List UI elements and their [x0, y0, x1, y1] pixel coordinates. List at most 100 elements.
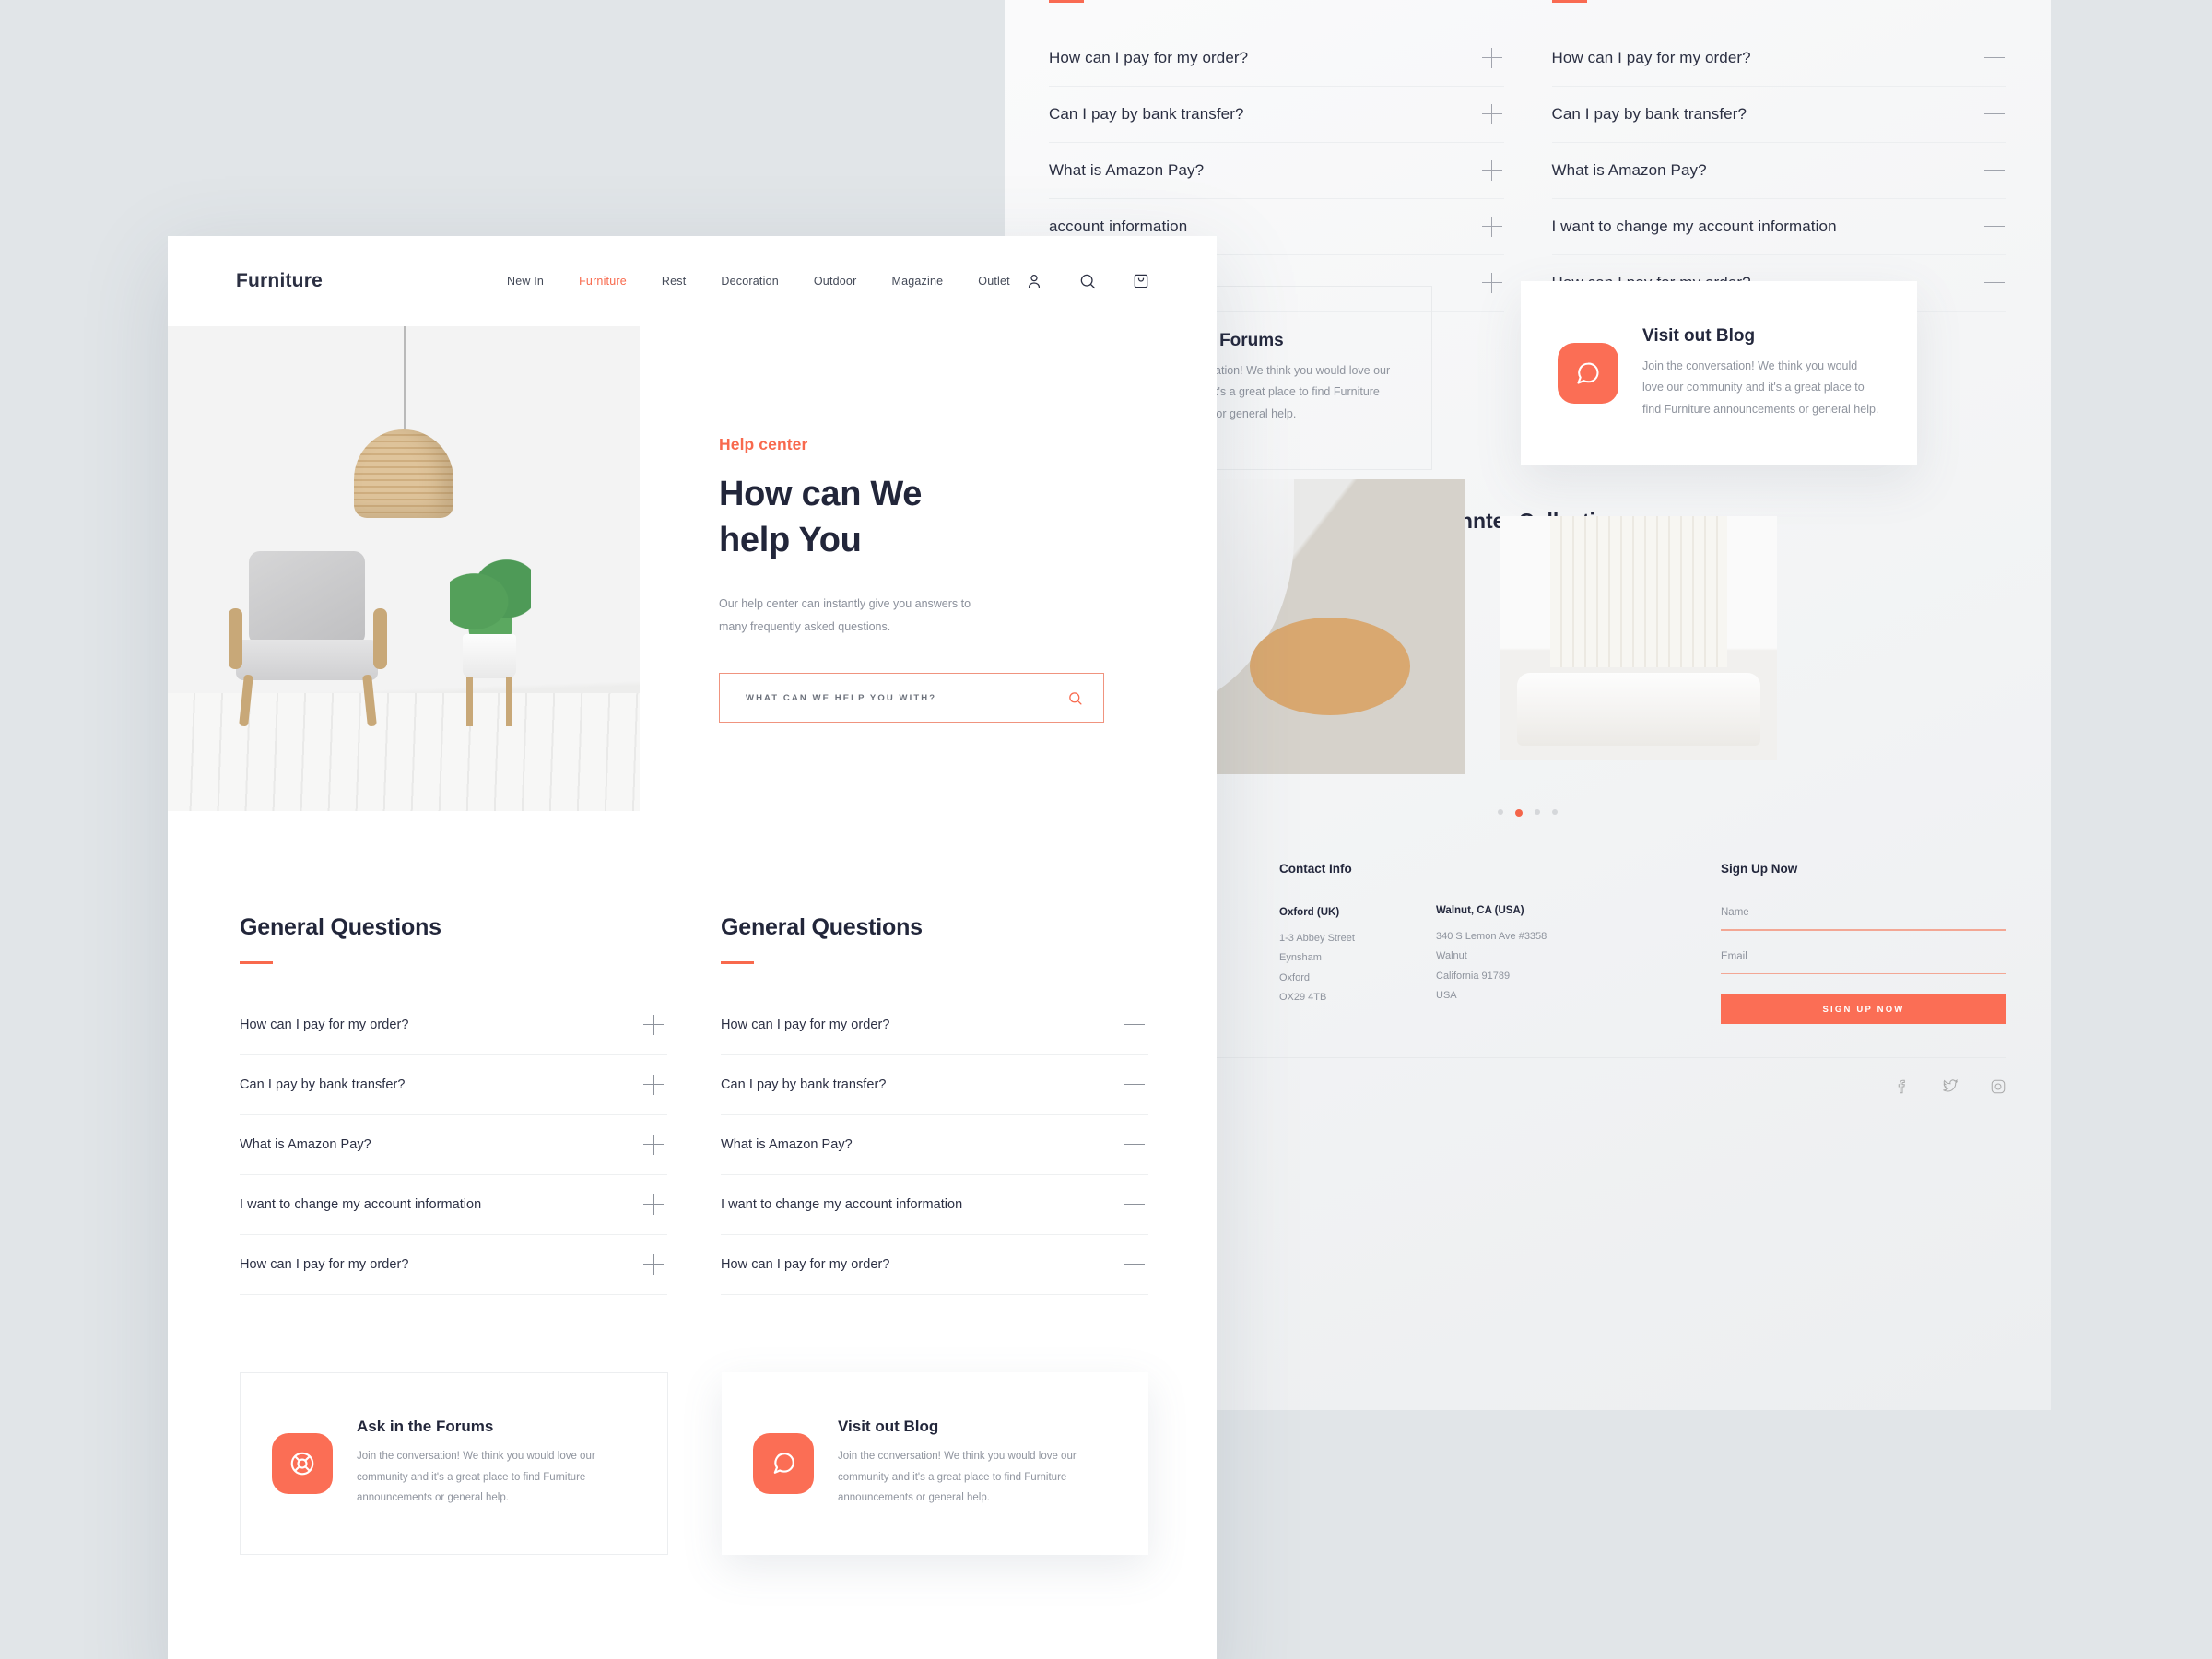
faq-accordion-item[interactable]: How can I pay for my order?	[721, 995, 1148, 1055]
faq-accordion-item[interactable]: Can I pay by bank transfer?	[721, 1055, 1148, 1115]
faq-accordion-item[interactable]: I want to change my account information	[240, 1175, 667, 1235]
nav-item-outlet[interactable]: Outlet	[978, 275, 1010, 288]
nav-item-outdoor[interactable]: Outdoor	[814, 275, 857, 288]
card-title: Ask in the Forums	[357, 1418, 494, 1436]
faq-section: General Questions How can I pay for my o…	[168, 811, 1217, 1295]
faq-heading: General Questions	[240, 914, 441, 940]
faq-question: How can I pay for my order?	[1049, 49, 1249, 66]
help-search-input[interactable]: WHAT CAN WE HELP YOU WITH?	[719, 673, 1104, 724]
shopping-bag-icon[interactable]	[1132, 272, 1150, 290]
plus-icon[interactable]	[1124, 1014, 1145, 1035]
nav-item-rest[interactable]: Rest	[662, 275, 687, 288]
header-actions	[1025, 272, 1150, 290]
plus-icon[interactable]	[643, 1253, 664, 1275]
user-icon[interactable]	[1025, 272, 1043, 290]
lamp-cord	[404, 326, 406, 435]
faq-question: How can I pay for my order?	[1551, 49, 1751, 66]
page-title-line-1: How can We	[719, 475, 923, 513]
hero-text-block: Help center How can We help You Our help…	[640, 326, 1104, 811]
background-faq-row[interactable]: I want to change my account information	[1551, 199, 2006, 255]
plus-icon[interactable]	[643, 1194, 664, 1215]
plus-icon[interactable]	[1984, 217, 2005, 237]
nav-item-magazine[interactable]: Magazine	[891, 275, 943, 288]
nav-item-furniture[interactable]: Furniture	[579, 275, 627, 288]
chat-bubble-icon	[753, 1432, 814, 1494]
background-blog-card[interactable]: Visit out Blog Join the conversation! We…	[1521, 281, 1917, 465]
screenshot-stage: How can I pay for my order? Can I pay by…	[0, 0, 2212, 1659]
search-icon[interactable]	[1067, 690, 1083, 706]
faq-accordion-item[interactable]: How can I pay for my order?	[721, 1235, 1148, 1295]
plus-icon[interactable]	[643, 1014, 664, 1035]
background-faq-row[interactable]: Can I pay by bank transfer?	[1049, 87, 1504, 143]
background-faq-row[interactable]: How can I pay for my order?	[1049, 30, 1504, 87]
nav-item-new-in[interactable]: New In	[507, 275, 544, 288]
faq-question: What is Amazon Pay?	[240, 1136, 371, 1152]
faq-accordion-item[interactable]: How can I pay for my order?	[240, 995, 667, 1055]
hero-kicker: Help center	[719, 435, 808, 453]
plus-icon[interactable]	[1124, 1134, 1145, 1155]
blog-card[interactable]: Visit out Blog Join the conversation! We…	[722, 1371, 1148, 1555]
card-title: Visit out Blog	[1642, 326, 1756, 347]
site-header: Furniture New In Furniture Rest Decorati…	[168, 236, 1217, 326]
footer-address-uk: Contact Info Oxford (UK) 1-3 Abbey Stree…	[1279, 862, 1399, 1024]
plus-icon[interactable]	[1481, 273, 1502, 293]
background-faq-row[interactable]: What is Amazon Pay?	[1551, 143, 2006, 199]
background-faq-row[interactable]: What is Amazon Pay?	[1049, 143, 1504, 199]
search-placeholder: WHAT CAN WE HELP YOU WITH?	[746, 692, 937, 703]
plus-icon[interactable]	[1481, 48, 1502, 68]
name-label: Name	[1721, 907, 1749, 918]
plus-icon[interactable]	[1984, 104, 2005, 124]
chat-bubble-icon	[1558, 343, 1618, 404]
plus-icon[interactable]	[1984, 160, 2005, 181]
address-line: USA	[1436, 990, 1457, 1002]
search-icon[interactable]	[1078, 272, 1097, 290]
faq-question: Can I pay by bank transfer?	[721, 1077, 887, 1092]
twitter-icon[interactable]	[1942, 1078, 1959, 1095]
address-line: Walnut	[1436, 950, 1467, 962]
background-faq-row[interactable]: How can I pay for my order?	[1551, 30, 2006, 87]
faq-question: What is Amazon Pay?	[721, 1136, 853, 1152]
faq-question: How can I pay for my order?	[721, 1256, 890, 1272]
facebook-icon[interactable]	[1894, 1078, 1911, 1095]
faq-accordion-item[interactable]: What is Amazon Pay?	[721, 1115, 1148, 1175]
address-line: Oxford	[1279, 971, 1311, 983]
plus-icon[interactable]	[643, 1134, 664, 1155]
carousel-dot-active[interactable]	[1515, 809, 1523, 817]
signup-email-field[interactable]: Email	[1721, 951, 2006, 974]
plus-icon[interactable]	[1481, 160, 1502, 181]
carousel-dot[interactable]	[1552, 809, 1558, 815]
plus-icon[interactable]	[1124, 1074, 1145, 1095]
signup-submit-button[interactable]: SIGN UP NOW	[1721, 994, 2006, 1024]
social-links[interactable]	[1894, 1078, 2006, 1095]
faq-column-left: General Questions How can I pay for my o…	[240, 914, 667, 1295]
plus-icon[interactable]	[1984, 48, 2005, 68]
faq-heading: General Questions	[721, 914, 923, 940]
faq-accordion-item[interactable]: Can I pay by bank transfer?	[240, 1055, 667, 1115]
accent-rule	[1551, 0, 1587, 3]
faq-accordion-item[interactable]: How can I pay for my order?	[240, 1235, 667, 1295]
faq-accordion-item[interactable]: What is Amazon Pay?	[240, 1115, 667, 1175]
instagram-icon[interactable]	[1990, 1078, 2006, 1095]
card-body-text: Join the conversation! We think you woul…	[1642, 359, 1879, 416]
faq-question: Can I pay by bank transfer?	[1551, 105, 1747, 123]
nav-item-decoration[interactable]: Decoration	[721, 275, 778, 288]
main-help-center-page: Furniture New In Furniture Rest Decorati…	[168, 236, 1217, 1659]
carousel-dot[interactable]	[1535, 809, 1540, 815]
plus-icon[interactable]	[643, 1074, 664, 1095]
plus-icon[interactable]	[1124, 1194, 1145, 1215]
plus-icon[interactable]	[1481, 217, 1502, 237]
background-faq-row[interactable]: Can I pay by bank transfer?	[1551, 87, 2006, 143]
plus-icon[interactable]	[1984, 273, 2005, 293]
carousel-dot[interactable]	[1498, 809, 1503, 815]
plus-icon[interactable]	[1481, 104, 1502, 124]
plus-icon[interactable]	[1124, 1253, 1145, 1275]
address-title: Walnut, CA (USA)	[1436, 905, 1524, 916]
forums-card[interactable]: Ask in the Forums Join the conversation!…	[240, 1371, 668, 1555]
brand-logo[interactable]: Furniture	[236, 270, 323, 292]
address-line: 340 S Lemon Ave #3358	[1436, 931, 1547, 942]
card-body-text: Join the conversation! We think you woul…	[838, 1451, 1077, 1504]
hero-image	[168, 326, 640, 811]
field-underline	[1721, 929, 2006, 931]
signup-name-field[interactable]: Name	[1721, 907, 2006, 931]
faq-accordion-item[interactable]: I want to change my account information	[721, 1175, 1148, 1235]
